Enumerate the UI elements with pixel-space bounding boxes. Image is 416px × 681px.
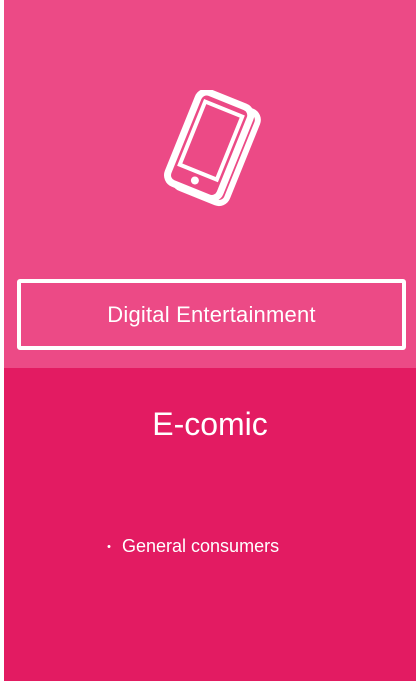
list-item: ・ General consumers bbox=[102, 536, 279, 557]
smartphone-icon bbox=[164, 90, 261, 207]
product-title: E-comic bbox=[152, 406, 268, 442]
category-panel: Digital Entertainment bbox=[4, 0, 416, 368]
category-box: Digital Entertainment bbox=[17, 279, 406, 350]
category-label: Digital Entertainment bbox=[107, 301, 316, 327]
bullet: ・ bbox=[102, 538, 116, 555]
target-list: ・ General consumers bbox=[102, 536, 279, 557]
business-card: Digital Entertainment E-comic ・ General … bbox=[4, 0, 416, 681]
product-panel: E-comic ・ General consumers bbox=[4, 368, 416, 681]
target-label: General consumers bbox=[122, 536, 280, 556]
